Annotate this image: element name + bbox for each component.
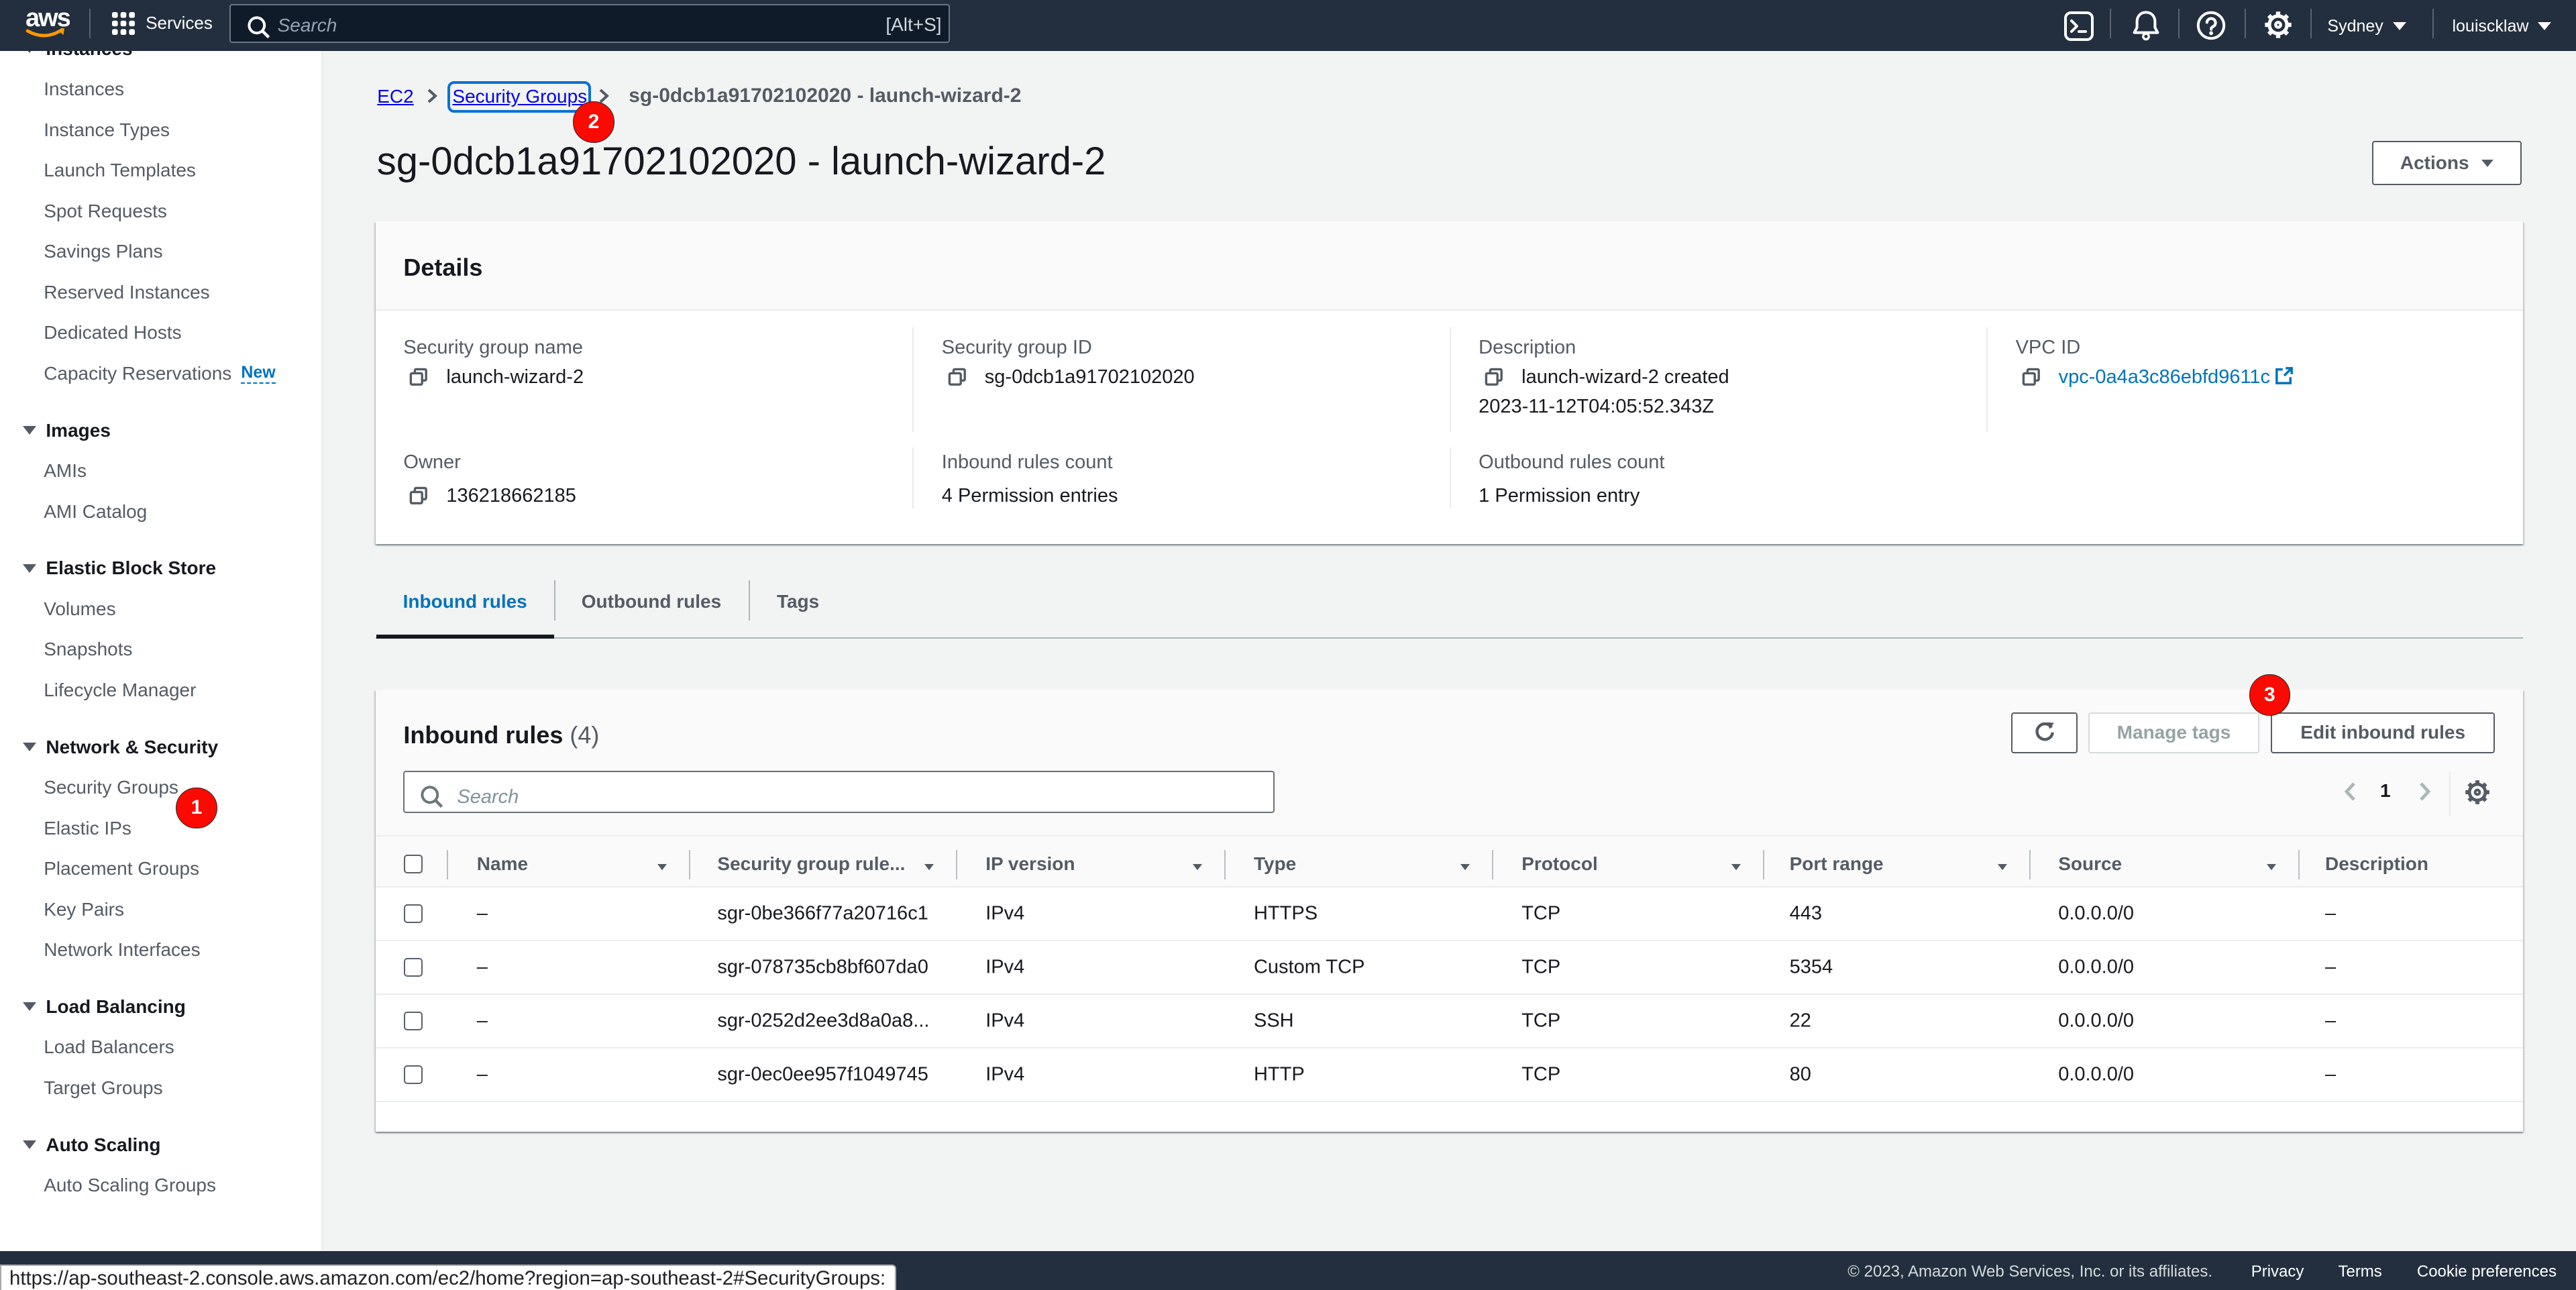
svg-text:aws: aws: [25, 4, 70, 32]
